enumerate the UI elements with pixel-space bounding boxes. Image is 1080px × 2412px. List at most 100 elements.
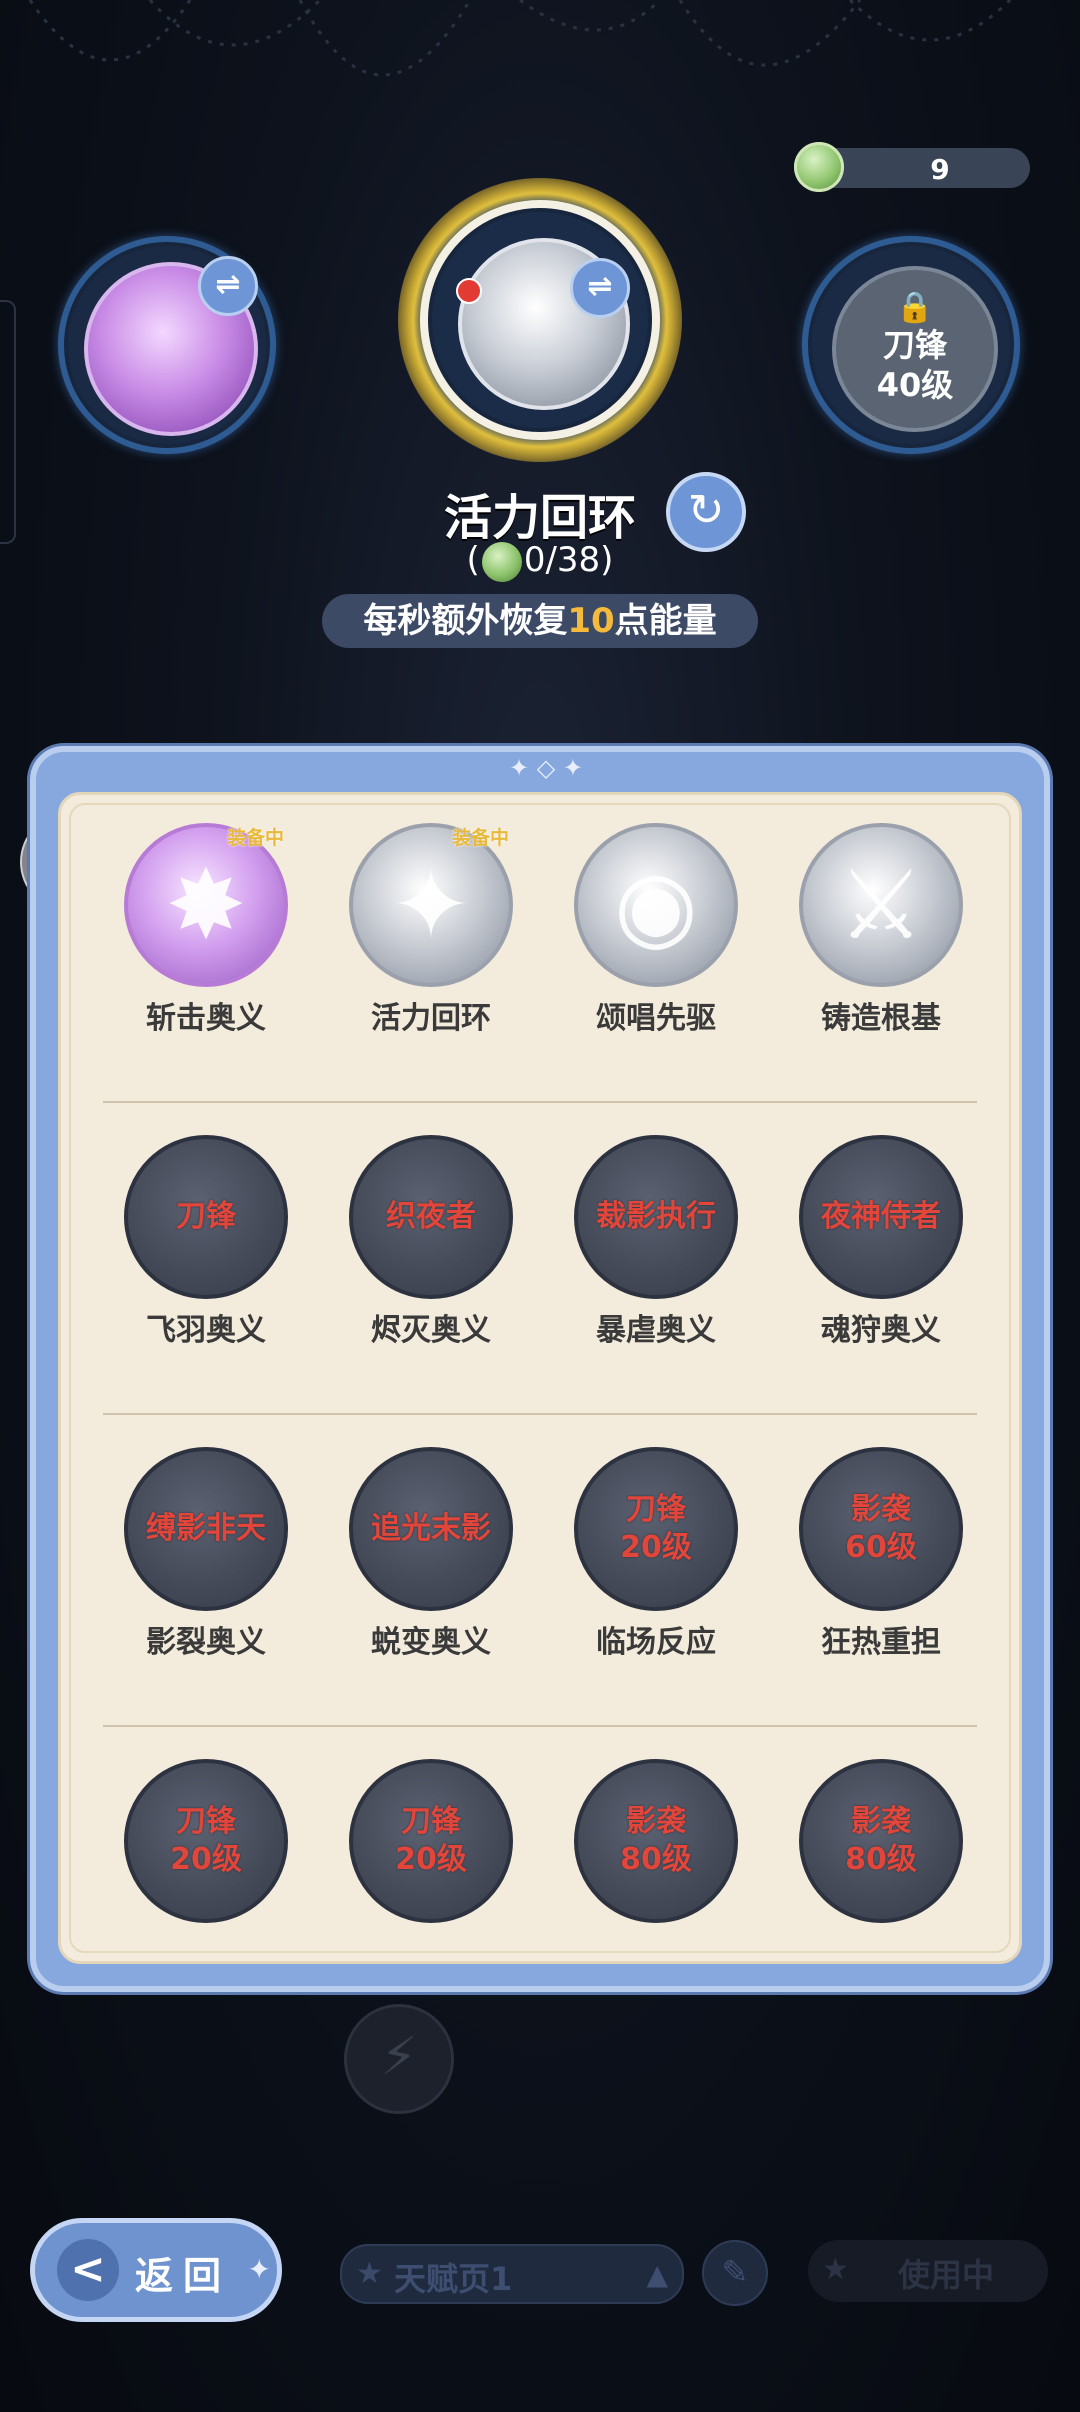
unlock-requirement: 缚影非天	[146, 1511, 266, 1546]
locked-talent-icon: 裁影执行	[574, 1135, 738, 1299]
locked-talent-icon: 影袭 80级	[574, 1759, 738, 1923]
unlock-requirement: 刀锋 20级	[395, 1804, 467, 1877]
currency-amount: 9	[930, 153, 950, 186]
panel-top-ornament: ✦ ◇ ✦	[509, 754, 583, 782]
talent-name: 活力回环	[371, 1001, 491, 1036]
gem-icon	[794, 142, 844, 192]
talent-name: 影裂奥义	[146, 1625, 266, 1660]
talent-item[interactable]: 裁影执行 暴虐奥义	[571, 1135, 741, 1349]
unlock-requirement: 刀锋 20级	[170, 1804, 242, 1877]
talent-item[interactable]: 影袭 80级	[796, 1759, 966, 1923]
lock-requirement-level: 40级	[876, 366, 954, 404]
locked-talent-icon: 追光末影	[349, 1447, 513, 1611]
skill-cost: (0/38)	[0, 540, 1080, 582]
cost-value: 0/38)	[523, 540, 614, 580]
talent-name: 颂唱先驱	[596, 1001, 716, 1036]
currency-counter: 9	[794, 142, 1030, 192]
locked-slot-face: 🔒 刀锋 40级	[832, 266, 998, 432]
talent-item[interactable]: 刀锋 飞羽奥义	[121, 1135, 291, 1349]
locked-slot-right[interactable]: 🔒 刀锋 40级	[802, 236, 1020, 454]
talent-item[interactable]: 织夜者 烬灭奥义	[346, 1135, 516, 1349]
star-icon: ★	[822, 2252, 849, 2287]
swap-icon[interactable]: ⇌	[570, 258, 630, 318]
locked-talent-icon: 织夜者	[349, 1135, 513, 1299]
unlock-requirement: 追光末影	[371, 1511, 491, 1546]
talent-item[interactable]: 刀锋 20级临场反应	[571, 1447, 741, 1661]
talent-name: 斩击奥义	[146, 1001, 266, 1036]
talent-item[interactable]: 夜神侍者 魂狩奥义	[796, 1135, 966, 1349]
row-divider	[103, 1413, 977, 1415]
talent-medal-icon: ◉	[574, 823, 738, 987]
row-divider	[103, 1101, 977, 1103]
talent-name: 魂狩奥义	[821, 1313, 941, 1348]
talent-panel: ✦ ◇ ✦ ✸ 装备中 斩击奥义 ✦ 装备中 活力回环 ◉ 颂唱先驱 ⚔ 铸造根基 刀锋 飞羽奥义 织夜…	[30, 746, 1050, 1992]
talent-name: 狂热重担	[821, 1625, 941, 1660]
selected-skill-title: 活力回环	[443, 490, 636, 546]
lock-icon: 🔒	[896, 290, 934, 325]
talent-name: 飞羽奥义	[146, 1313, 266, 1348]
equipped-slot-center[interactable]: ⇌	[398, 178, 682, 462]
unlock-requirement: 织夜者	[386, 1199, 476, 1234]
talent-item[interactable]: 影袭 80级	[571, 1759, 741, 1923]
talent-name: 铸造根基	[821, 1001, 941, 1036]
skill-description: 每秒额外恢复10点能量	[322, 594, 758, 648]
talent-name: 蜕变奥义	[371, 1625, 491, 1660]
locked-talent-icon: 缚影非天	[124, 1447, 288, 1611]
medal-emblem-icon: ◉	[614, 849, 698, 961]
unlock-requirement: 刀锋 20级	[620, 1492, 692, 1565]
talent-medal-icon: ⚔	[799, 823, 963, 987]
desc-text: 点能量	[614, 601, 717, 641]
row-divider	[103, 1725, 977, 1727]
talent-item[interactable]: ✸ 装备中斩击奥义	[121, 823, 291, 1037]
talent-item[interactable]: 刀锋 20级	[121, 1759, 291, 1923]
back-arrow-icon: <	[57, 2239, 119, 2301]
sparkle-icon: ✦	[247, 2253, 271, 2286]
edit-icon[interactable]: ✎	[702, 2240, 768, 2306]
medal-emblem-icon: ⚔	[837, 849, 925, 961]
talent-page-selector[interactable]: ★ 天赋页1 ▲	[340, 2244, 684, 2304]
cost-prefix: (	[466, 540, 480, 580]
star-icon: ★	[356, 2256, 383, 2291]
talent-name: 临场反应	[596, 1625, 716, 1660]
equipped-badge: 装备中	[451, 827, 509, 849]
medal-emblem-icon: ✸	[165, 849, 247, 961]
talent-medal-icon: ✦ 装备中	[349, 823, 513, 987]
locked-talent-icon: 夜神侍者	[799, 1135, 963, 1299]
desc-highlight: 10	[567, 601, 615, 641]
locked-talent-icon: 影袭 60级	[799, 1447, 963, 1611]
gem-icon	[481, 541, 522, 582]
talent-item[interactable]: 影袭 60级狂热重担	[796, 1447, 966, 1661]
talent-item[interactable]: 追光末影 蜕变奥义	[346, 1447, 516, 1661]
dropdown-triangle-icon: ▲	[646, 2258, 668, 2291]
hanging-chains-decoration	[28, 0, 1012, 77]
unlock-requirement: 夜神侍者	[821, 1199, 941, 1234]
in-use-button[interactable]: ★ 使用中	[808, 2240, 1048, 2302]
back-label: 返回	[135, 2254, 232, 2298]
swap-icon[interactable]: ⇌	[198, 256, 258, 316]
talent-name: 暴虐奥义	[596, 1313, 716, 1348]
talent-name: 烬灭奥义	[371, 1313, 491, 1348]
talent-grid-area: ✸ 装备中 斩击奥义 ✦ 装备中 活力回环 ◉ 颂唱先驱 ⚔ 铸造根基 刀锋 飞羽奥义 织夜者 烬灭奥义裁…	[58, 792, 1022, 1964]
locked-talent-icon: 刀锋 20级	[574, 1447, 738, 1611]
equipped-slot-left[interactable]: ⇌	[58, 236, 276, 454]
talent-item[interactable]: ◉ 颂唱先驱	[571, 823, 741, 1037]
lock-requirement-class: 刀锋	[882, 326, 947, 364]
unlock-requirement: 裁影执行	[596, 1199, 716, 1234]
unlock-requirement: 影袭 80级	[845, 1804, 917, 1877]
back-button[interactable]: < 返回 ✦	[30, 2218, 282, 2322]
talent-item[interactable]: 缚影非天 影裂奥义	[121, 1447, 291, 1661]
in-use-label: 使用中	[898, 2256, 995, 2294]
desc-text: 每秒额外恢复	[363, 601, 568, 641]
talent-item[interactable]: ✦ 装备中活力回环	[346, 823, 516, 1037]
unlock-requirement: 刀锋	[176, 1199, 236, 1234]
notification-dot	[456, 278, 482, 304]
equipped-badge: 装备中	[226, 827, 284, 849]
talent-item[interactable]: 刀锋 20级	[346, 1759, 516, 1923]
unlock-requirement: 影袭 80级	[620, 1804, 692, 1877]
lightning-icon[interactable]: ⚡	[344, 2004, 454, 2114]
talent-item[interactable]: ⚔ 铸造根基	[796, 823, 966, 1037]
locked-talent-icon: 影袭 80级	[799, 1759, 963, 1923]
locked-talent-icon: 刀锋	[124, 1135, 288, 1299]
talent-page-label: 天赋页1	[394, 2260, 513, 2298]
unlock-requirement: 影袭 60级	[845, 1492, 917, 1565]
